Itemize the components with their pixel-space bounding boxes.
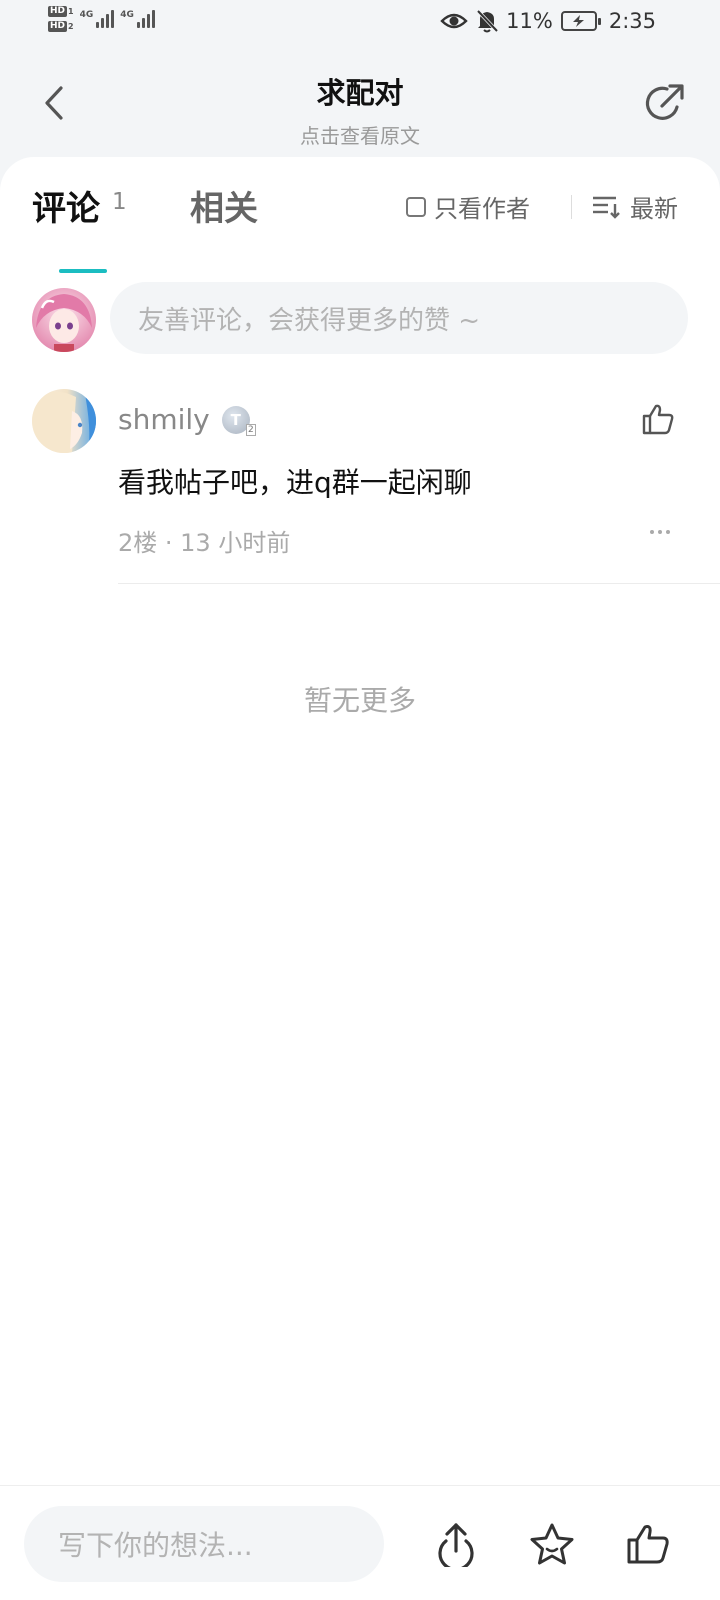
title-bar: 求配对 点击查看原文 [0, 52, 720, 157]
clock: 2:35 [608, 9, 656, 33]
upload-share-icon [438, 1523, 474, 1567]
tab-related[interactable]: 相关 [190, 181, 258, 230]
page-subtitle: 点击查看原文 [300, 124, 420, 148]
comment-divider [118, 583, 720, 584]
sort-label: 最新 [630, 195, 678, 223]
view-original-link[interactable]: 求配对 点击查看原文 [180, 70, 540, 149]
commenter-avatar[interactable] [32, 389, 96, 453]
badge-letter: T [230, 410, 241, 429]
tab-related-label: 相关 [190, 189, 258, 229]
hd1-indicator: HD 1 [48, 6, 74, 17]
comments-card: 评论 1 相关 只看作者 最新 友善评论，会获得更多的赞 ~ shmily T … [0, 157, 720, 1485]
bottom-input-placeholder: 写下你的想法... [58, 1529, 253, 1562]
current-user-avatar[interactable] [32, 288, 96, 352]
eye-icon [440, 13, 468, 29]
battery-charging-icon [560, 11, 601, 31]
battery-percent: 11% [506, 9, 553, 33]
thumb-up-icon [627, 1525, 669, 1564]
bottom-comment-input[interactable]: 写下你的想法... [24, 1506, 384, 1582]
back-icon [45, 86, 63, 120]
tab-comments-label: 评论 [32, 189, 100, 229]
status-right: 11% 2:35 [440, 9, 656, 33]
hd-indicators: HD 1 HD 2 [48, 6, 74, 32]
comment-item: shmily T 2 看我帖子吧，进q群一起闲聊 2楼 · 13 小时前 [0, 389, 720, 584]
comment-text: 看我帖子吧，进q群一起闲聊 [118, 466, 472, 499]
bottom-action-bar: 写下你的想法... [0, 1485, 720, 1600]
thumb-up-icon [642, 404, 674, 435]
badge-level: 2 [246, 423, 256, 436]
page-title: 求配对 [316, 76, 404, 110]
post-like-button[interactable] [620, 1516, 676, 1572]
sort-button[interactable]: 最新 [592, 189, 678, 224]
comments-count: 1 [112, 189, 127, 215]
comment-like-button[interactable] [638, 399, 678, 439]
external-share-button[interactable] [640, 78, 690, 128]
commenter-header: shmily T 2 [118, 403, 256, 436]
filter-divider [571, 195, 572, 219]
status-bar: HD 1 HD 2 4G 4G 11% 2:35 [0, 0, 720, 52]
author-only-toggle[interactable]: 只看作者 [406, 189, 530, 224]
status-left: HD 1 HD 2 4G 4G [48, 6, 155, 32]
tab-bar: 评论 1 相关 只看作者 最新 [0, 181, 720, 273]
author-only-checkbox[interactable] [406, 196, 426, 217]
share-button[interactable] [428, 1516, 484, 1572]
commenter-name[interactable]: shmily [118, 403, 210, 436]
list-end-text: 暂无更多 [303, 684, 416, 717]
comment-meta: 2楼 · 13 小时前 [118, 529, 291, 557]
hd2-indicator: HD 2 [48, 21, 74, 32]
more-icon [650, 530, 670, 534]
user-level-badge-icon: T 2 [221, 405, 256, 436]
signal-icon-1: 4G [80, 10, 115, 28]
bell-off-icon [476, 9, 499, 33]
tab-comments[interactable]: 评论 1 [32, 181, 127, 230]
post-comments-page: HD 1 HD 2 4G 4G 11% 2:35 求配对 点击查看原文 评论 1… [0, 0, 720, 1600]
signal-icon-2: 4G [120, 10, 155, 28]
share-external-icon [645, 84, 684, 120]
star-icon [530, 1523, 574, 1565]
active-tab-indicator [59, 269, 107, 273]
favorite-button[interactable] [524, 1516, 580, 1572]
comment-input-placeholder: 友善评论，会获得更多的赞 ~ [138, 305, 481, 336]
author-only-label: 只看作者 [434, 195, 530, 223]
comment-more-button[interactable] [640, 517, 680, 547]
back-button[interactable] [32, 78, 76, 128]
sort-icon [593, 196, 620, 219]
comment-input[interactable]: 友善评论，会获得更多的赞 ~ [110, 282, 688, 354]
